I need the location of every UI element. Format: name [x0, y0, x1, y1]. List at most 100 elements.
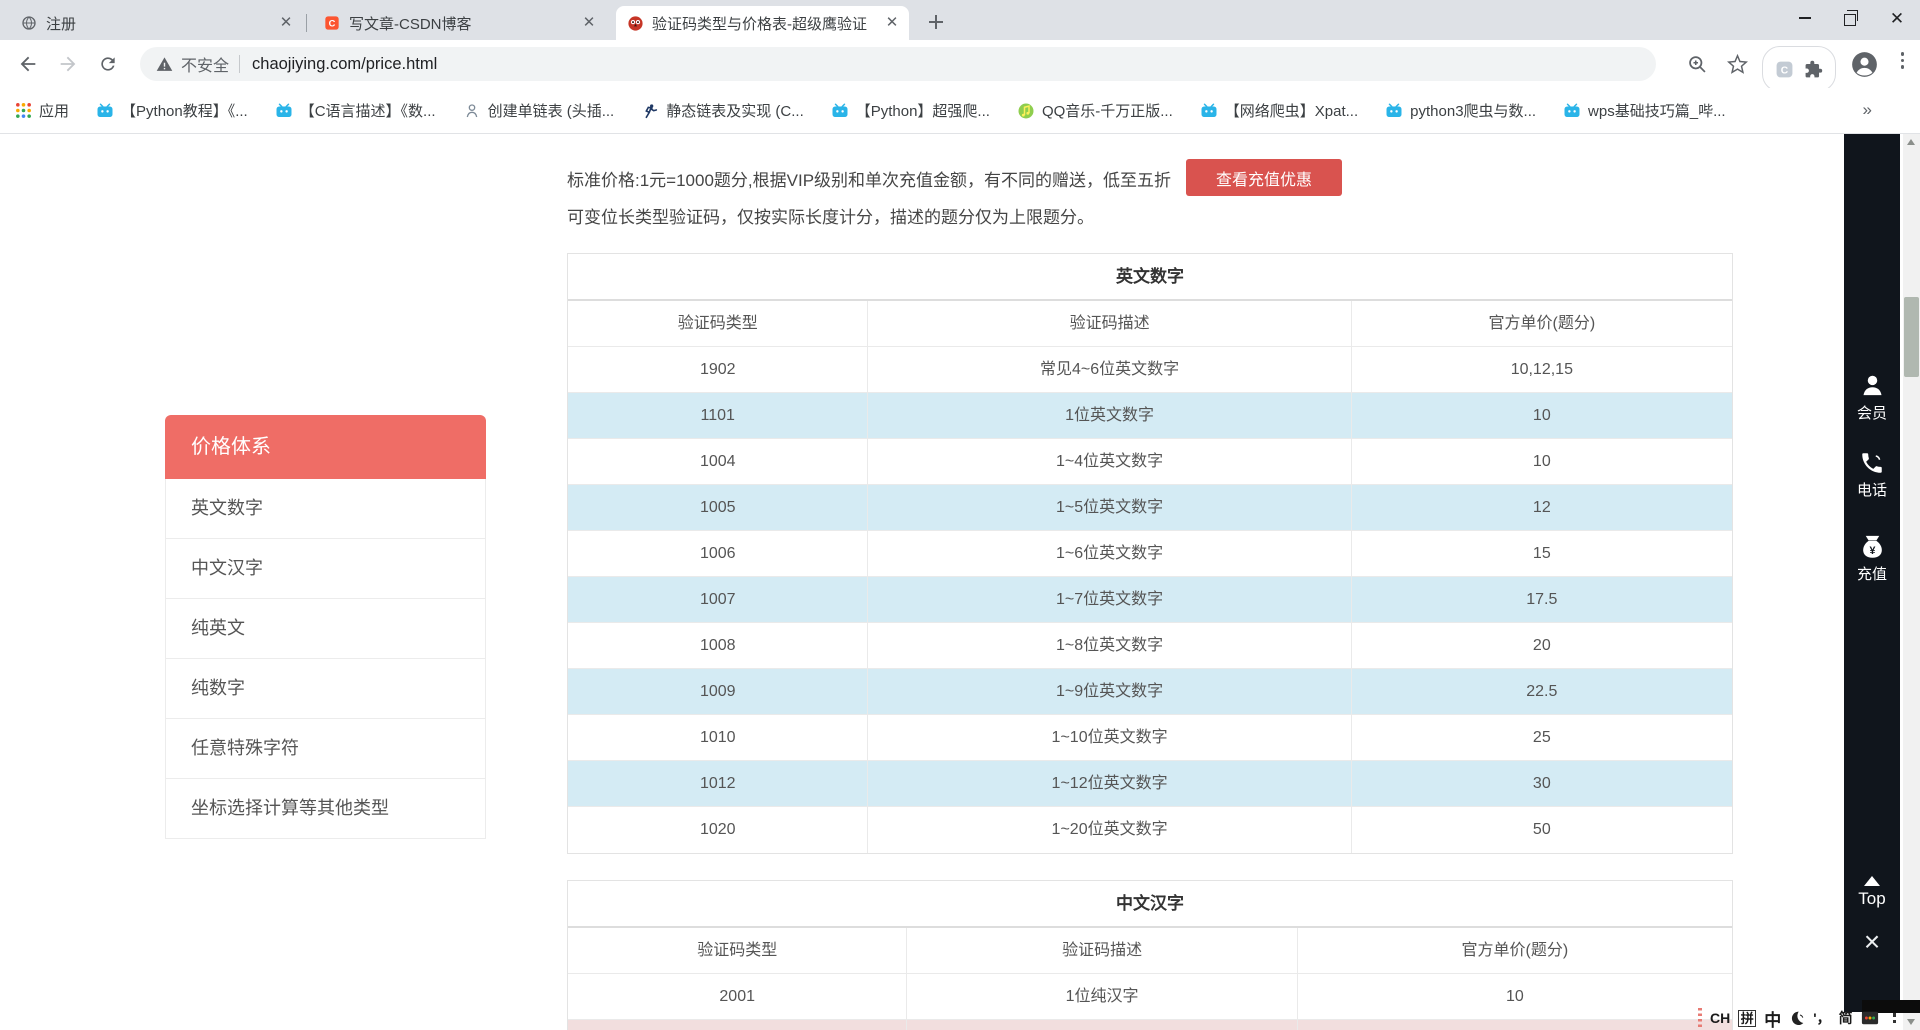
ime-language-label[interactable]: CH	[1710, 1010, 1730, 1026]
up-arrow-icon	[1864, 876, 1880, 886]
scrollbar-up-arrow[interactable]	[1907, 139, 1915, 145]
minimize-button[interactable]	[1782, 0, 1828, 36]
ime-toolbox-icon[interactable]	[1861, 1009, 1879, 1027]
table-cell: 常见4~6位英文数字	[868, 347, 1351, 392]
bilibili-icon	[1200, 102, 1218, 120]
table-cell	[568, 1020, 907, 1030]
sidebar-item-2[interactable]: 中文汉字	[166, 539, 485, 599]
table-cell: 1~6位英文数字	[868, 531, 1351, 576]
sidebar-item-4[interactable]: 纯数字	[166, 659, 485, 719]
widget-label: 会员	[1844, 402, 1900, 423]
tab-title: 验证码类型与价格表-超级鹰验证	[652, 13, 875, 34]
recharge-icon: ¥	[1844, 533, 1900, 560]
ime-menu-dots[interactable]	[1893, 1013, 1897, 1023]
new-tab-button[interactable]	[922, 8, 950, 36]
table-cell: 10	[1298, 974, 1732, 1019]
browser-menu-button[interactable]	[1895, 46, 1911, 94]
table-row-partial	[568, 1020, 1732, 1030]
table-header-cell: 验证码类型	[568, 301, 868, 346]
minimize-icon	[1799, 17, 1811, 19]
bookmarks-overflow-chevron[interactable]: »	[1863, 100, 1872, 120]
page-content: 标准价格:1元=1000题分,根据VIP级别和单次充值金额，有不同的赠送，低至五…	[0, 134, 1920, 1030]
extensions-area: C	[1762, 46, 1836, 92]
table-cell: 1~5位英文数字	[868, 485, 1351, 530]
maximize-button[interactable]	[1828, 0, 1874, 36]
table-title: 中文汉字	[568, 881, 1732, 928]
table-header-cell: 官方单价(题分)	[1298, 928, 1732, 973]
table-cell: 1101	[568, 393, 868, 438]
csdn-extension-icon[interactable]: C	[1775, 60, 1794, 79]
ime-pinyin-toggle[interactable]: 拼	[1738, 1010, 1756, 1027]
member-widget[interactable]: 会员	[1844, 372, 1900, 423]
tab-2[interactable]: C写文章-CSDN博客✕	[313, 6, 606, 40]
scrollbar-down-arrow[interactable]	[1907, 1019, 1915, 1025]
profile-avatar[interactable]	[1851, 46, 1878, 82]
security-label[interactable]: 不安全	[181, 52, 229, 76]
star-icon	[1727, 54, 1748, 75]
bookmark-item-9[interactable]: python3爬虫与数...	[1385, 100, 1536, 121]
zoom-button[interactable]	[1687, 46, 1708, 82]
sidebar-item-1[interactable]: 英文数字	[166, 479, 485, 539]
bookmark-label: QQ音乐-千万正版...	[1042, 100, 1173, 121]
recharge-widget[interactable]: ¥充值	[1844, 533, 1900, 584]
table-row: 10081~8位英文数字20	[568, 623, 1732, 669]
close-button[interactable]: ✕	[1874, 0, 1920, 36]
bookmark-item-2[interactable]: 【Python教程】《...	[96, 100, 248, 121]
reload-icon	[98, 54, 118, 74]
bilibili-icon	[1563, 102, 1581, 120]
dark-figure-icon	[641, 102, 659, 120]
table-row: 10061~6位英文数字15	[568, 531, 1732, 577]
pricing-intro: 标准价格:1元=1000题分,根据VIP级别和单次充值金额，有不同的赠送，低至五…	[567, 162, 1171, 236]
bookmark-label: 【网络爬虫】Xpat...	[1225, 100, 1358, 121]
bookmark-item-3[interactable]: 【C语言描述】《数...	[275, 100, 436, 121]
omnibox-separator	[239, 55, 240, 73]
bookmark-item-4[interactable]: 创建单链表 (头插...	[463, 100, 615, 121]
bookmark-item-8[interactable]: 【网络爬虫】Xpat...	[1200, 100, 1358, 121]
zoom-in-icon	[1687, 54, 1708, 75]
view-recharge-offers-button[interactable]: 查看充值优惠	[1186, 159, 1342, 196]
tab-close-icon[interactable]: ✕	[580, 14, 598, 32]
bookmark-item-10[interactable]: wps基础技巧篇_哔...	[1563, 100, 1726, 121]
ime-chinese-mode[interactable]: 中	[1764, 1006, 1781, 1030]
table-cell: 10	[1352, 439, 1732, 484]
table-row: 10091~9位英文数字22.5	[568, 669, 1732, 715]
table-header-cell: 验证码描述	[868, 301, 1351, 346]
back-to-top-button[interactable]: Top	[1844, 876, 1900, 909]
bookmark-label: 【Python】超强爬...	[856, 100, 990, 121]
bilibili-icon	[96, 102, 114, 120]
bookmark-item-6[interactable]: 【Python】超强爬...	[831, 100, 990, 121]
tab-close-icon[interactable]: ✕	[883, 14, 901, 32]
ime-simplified-toggle[interactable]: 简	[1839, 1008, 1853, 1028]
extensions-puzzle-icon[interactable]	[1804, 60, 1823, 79]
bookmark-item-5[interactable]: 静态链表及实现 (C...	[641, 100, 804, 121]
tab-3[interactable]: 验证码类型与价格表-超级鹰验证 ✕	[616, 6, 909, 40]
ime-fullhalf-moon-icon[interactable]	[1789, 1010, 1805, 1026]
url-text[interactable]: chaojiying.com/price.html	[252, 55, 437, 74]
svg-text:C: C	[1781, 65, 1789, 76]
address-bar[interactable]: 不安全 chaojiying.com/price.html	[140, 47, 1656, 81]
chaojiying-favicon-icon	[626, 14, 644, 32]
phone-widget[interactable]: 电话	[1844, 450, 1900, 500]
tab-close-icon[interactable]: ✕	[277, 14, 295, 32]
scrollbar-thumb[interactable]	[1904, 297, 1919, 377]
forward-button[interactable]	[48, 44, 88, 84]
reload-button[interactable]	[88, 44, 128, 84]
bookmark-item-1[interactable]: 应用	[14, 100, 69, 121]
ime-punctuation-toggle[interactable]: '，	[1813, 1008, 1830, 1028]
sidebar-item-6[interactable]: 坐标选择计算等其他类型	[166, 779, 485, 838]
widget-label: 电话	[1844, 479, 1900, 500]
page-scrollbar[interactable]	[1903, 134, 1920, 1030]
sidebar-item-5[interactable]: 任意特殊字符	[166, 719, 485, 779]
svg-text:¥: ¥	[1869, 545, 1875, 557]
bookmark-star-button[interactable]	[1727, 46, 1748, 82]
tab-1[interactable]: 注册✕	[10, 6, 303, 40]
bookmark-item-7[interactable]: QQ音乐-千万正版...	[1017, 100, 1173, 121]
not-secure-warning-icon[interactable]	[156, 56, 173, 73]
back-button[interactable]	[8, 44, 48, 84]
bookmark-label: python3爬虫与数...	[1410, 100, 1536, 121]
table-cell: 1007	[568, 577, 868, 622]
widget-close-button[interactable]: ×	[1844, 928, 1900, 956]
sidebar-item-3[interactable]: 纯英文	[166, 599, 485, 659]
ime-drag-handle[interactable]	[1698, 1008, 1702, 1028]
globe-favicon-icon	[20, 14, 38, 32]
